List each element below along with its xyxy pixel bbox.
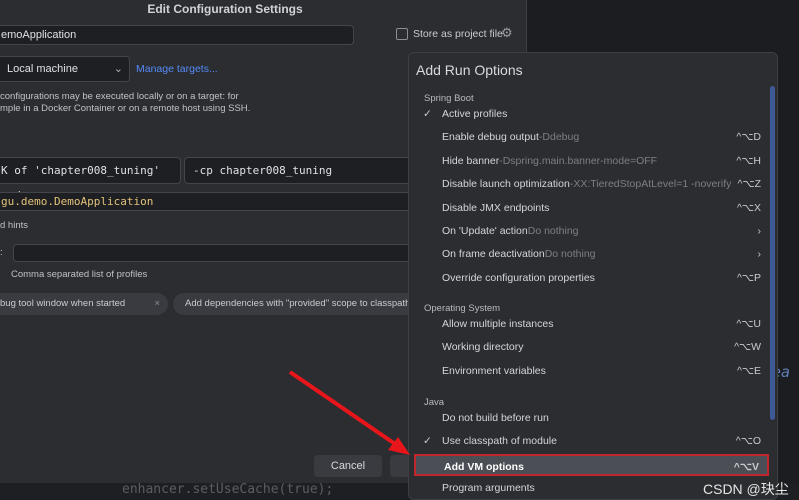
arrow-shaft — [288, 370, 400, 448]
annotation-arrow — [288, 370, 410, 455]
watermark: CSDN @玦尘 — [703, 481, 789, 497]
